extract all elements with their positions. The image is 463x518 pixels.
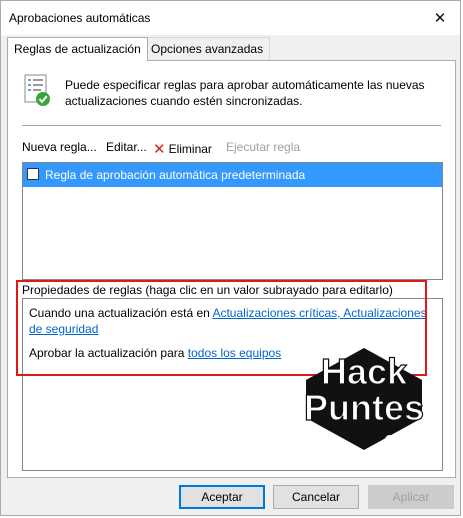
delete-rule-label: Eliminar	[168, 142, 212, 156]
properties-label: Propiedades de reglas (haga clic en un v…	[22, 283, 393, 297]
title-bar: Aprobaciones automáticas ✕	[1, 1, 460, 35]
tab-update-rules[interactable]: Reglas de actualización	[7, 37, 148, 61]
close-icon: ✕	[433, 10, 447, 27]
info-description: Puede especificar reglas para aprobar au…	[65, 78, 425, 108]
svg-text:Hack: Hack	[321, 351, 408, 392]
edit-rule-button[interactable]: Editar...	[106, 140, 147, 154]
delete-rule-button[interactable]: ✕ Eliminar	[153, 140, 212, 158]
window-title: Aprobaciones automáticas	[9, 11, 151, 25]
rules-list[interactable]: Regla de aprobación automática predeterm…	[22, 162, 443, 280]
property-classification-line: Cuando una actualización está en Actuali…	[29, 305, 429, 337]
svg-text:Puntes: Puntes	[304, 387, 424, 428]
new-rule-button[interactable]: Nueva regla...	[22, 140, 97, 154]
property-target-prefix: Aprobar la actualización para	[29, 346, 188, 360]
rule-label: Regla de aprobación automática predeterm…	[45, 168, 306, 182]
run-rule-button: Ejecutar regla	[226, 140, 301, 154]
separator	[22, 125, 441, 126]
dialog-window: Aprobaciones automáticas ✕ Reglas de act…	[0, 0, 461, 516]
accept-button[interactable]: Aceptar	[179, 485, 265, 509]
rule-enabled-checkbox[interactable]	[27, 168, 39, 180]
computer-groups-link[interactable]: todos los equipos	[188, 346, 281, 360]
delete-icon: ✕	[153, 141, 166, 158]
rules-toolbar: Nueva regla... Editar... ✕ Eliminar Ejecu…	[22, 138, 442, 158]
cancel-button[interactable]: Cancelar	[273, 485, 359, 509]
svg-text:.com: .com	[379, 429, 426, 451]
rules-document-icon	[24, 74, 50, 106]
hackpuntes-logo: Hack Puntes .com	[303, 348, 426, 451]
apply-button: Aplicar	[368, 485, 454, 509]
property-classification-prefix: Cuando una actualización está en	[29, 306, 213, 320]
tab-advanced-options[interactable]: Opciones avanzadas	[144, 37, 271, 60]
close-button[interactable]: ✕	[426, 5, 454, 31]
list-item[interactable]: Regla de aprobación automática predeterm…	[23, 163, 442, 187]
